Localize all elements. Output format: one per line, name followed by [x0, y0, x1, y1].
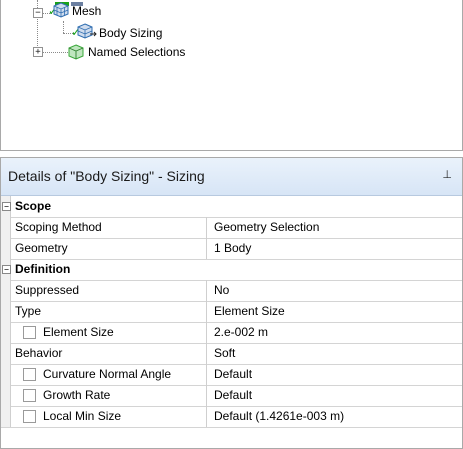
parameter-checkbox[interactable] [23, 368, 36, 381]
parameter-checkbox[interactable] [23, 326, 36, 339]
category-label-definition: Definition [15, 262, 71, 276]
row-gutter [1, 238, 11, 259]
parameter-checkbox[interactable] [23, 389, 36, 402]
mesh-collapse-toggle[interactable]: − [33, 8, 43, 18]
body-sizing-icon [77, 23, 97, 44]
property-row-element-size[interactable]: Element Size 2.e-002 m [1, 322, 462, 344]
property-label: Suppressed [15, 283, 80, 297]
property-value[interactable]: 2.e-002 m [214, 325, 268, 339]
property-value[interactable]: 1 Body [214, 241, 251, 255]
property-value[interactable]: Default [214, 367, 252, 381]
property-row-local-min-size[interactable]: Local Min Size Default (1.4261e-003 m) [1, 406, 462, 428]
row-gutter [1, 406, 11, 427]
property-label: Local Min Size [43, 409, 122, 423]
property-label: Scoping Method [15, 220, 102, 234]
property-value[interactable]: Element Size [214, 304, 285, 318]
property-row-scoping-method[interactable]: Scoping Method Geometry Selection [1, 217, 462, 239]
tree-item-named-selections[interactable]: Named Selections [88, 45, 185, 59]
details-title: Details of "Body Sizing" - Sizing [8, 168, 205, 184]
category-row-scope[interactable]: − Scope [1, 196, 462, 218]
property-row-type[interactable]: Type Element Size [1, 301, 462, 323]
outline-tree: − ✓ Mesh ✓ Body Sizing + Named Selection… [0, 0, 463, 151]
row-gutter: − [1, 196, 11, 217]
row-gutter [1, 322, 11, 343]
row-gutter [1, 343, 11, 364]
column-divider [206, 280, 207, 301]
row-gutter [1, 301, 11, 322]
row-gutter [1, 364, 11, 385]
pin-icon[interactable]: ⊥ [442, 168, 452, 181]
row-gutter [1, 280, 11, 301]
column-divider [206, 343, 207, 364]
property-value[interactable]: No [214, 283, 229, 297]
column-divider [206, 238, 207, 259]
property-label: Geometry [15, 241, 68, 255]
property-label: Growth Rate [43, 388, 111, 402]
property-value[interactable]: Geometry Selection [214, 220, 319, 234]
property-label: Behavior [15, 346, 63, 360]
named-selections-expand-toggle[interactable]: + [33, 47, 43, 57]
tree-item-mesh[interactable]: Mesh [72, 4, 101, 18]
property-value[interactable]: Default (1.4261e-003 m) [214, 409, 344, 423]
mesh-icon [53, 2, 69, 23]
column-divider [206, 406, 207, 427]
category-label-scope: Scope [15, 199, 52, 213]
property-value[interactable]: Soft [214, 346, 235, 360]
details-header: Details of "Body Sizing" - Sizing ⊥ [1, 158, 462, 196]
parameter-checkbox[interactable] [23, 410, 36, 423]
property-row-suppressed[interactable]: Suppressed No [1, 280, 462, 302]
column-divider [206, 322, 207, 343]
column-divider [206, 385, 207, 406]
details-panel: Details of "Body Sizing" - Sizing ⊥ − Sc… [0, 157, 463, 449]
column-divider [206, 301, 207, 322]
tree-item-body-sizing[interactable]: Body Sizing [99, 26, 162, 40]
property-row-behavior[interactable]: Behavior Soft [1, 343, 462, 365]
property-row-growth-rate[interactable]: Growth Rate Default [1, 385, 462, 407]
property-row-geometry[interactable]: Geometry 1 Body [1, 238, 462, 260]
partial-tree-node [49, 0, 89, 6]
property-value[interactable]: Default [214, 388, 252, 402]
scope-collapse-toggle[interactable]: − [2, 202, 11, 211]
row-gutter [1, 385, 11, 406]
column-divider [206, 364, 207, 385]
category-row-definition[interactable]: − Definition [1, 259, 462, 281]
column-divider [206, 217, 207, 238]
property-row-curvature-normal-angle[interactable]: Curvature Normal Angle Default [1, 364, 462, 386]
tree-connector [42, 52, 68, 53]
row-gutter: − [1, 259, 11, 280]
property-label: Type [15, 304, 42, 318]
property-label: Curvature Normal Angle [43, 367, 172, 381]
named-selections-icon [68, 44, 84, 65]
property-label: Element Size [43, 325, 114, 339]
row-gutter [1, 217, 11, 238]
definition-collapse-toggle[interactable]: − [2, 265, 11, 274]
